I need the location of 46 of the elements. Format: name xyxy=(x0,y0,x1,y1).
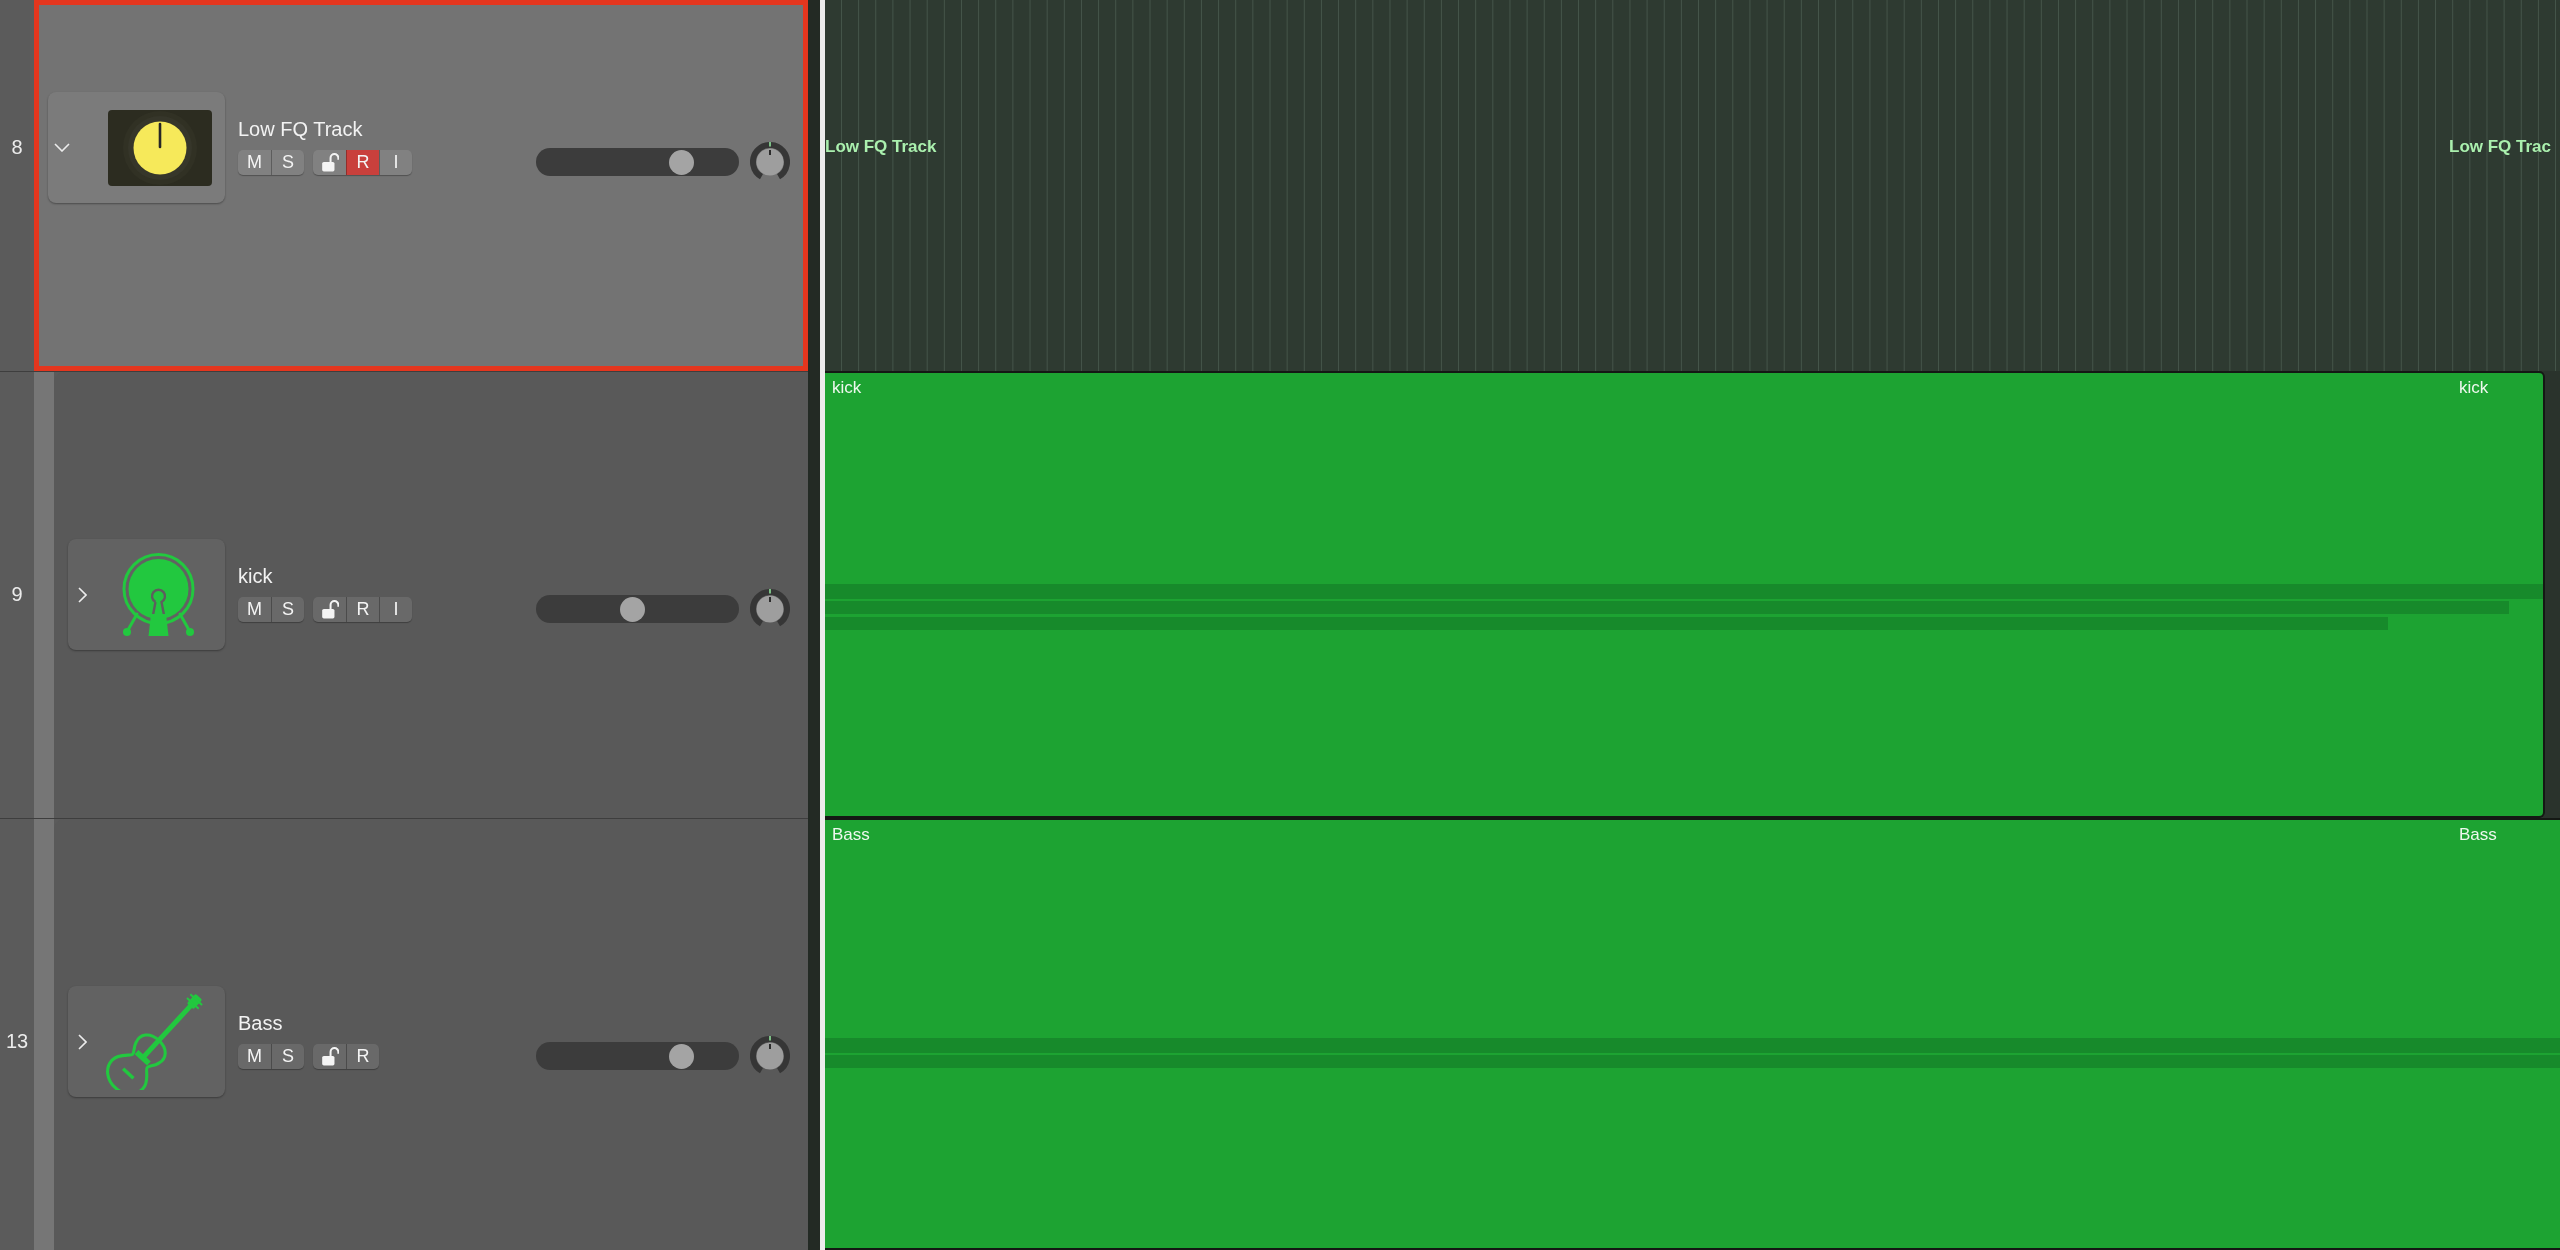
solo-button[interactable]: S xyxy=(271,596,304,622)
solo-button[interactable]: S xyxy=(271,149,304,175)
mute-button[interactable]: M xyxy=(238,1043,271,1069)
track-name: Low FQ Track xyxy=(238,117,363,141)
volume-slider[interactable] xyxy=(536,595,739,623)
track-number: 8 xyxy=(11,135,23,159)
midi-region[interactable]: Bass Bass xyxy=(825,818,2560,1250)
input-monitor-button[interactable]: I xyxy=(379,596,412,622)
track-header[interactable]: Low FQ Track M S R I xyxy=(34,0,808,371)
slider-thumb[interactable] xyxy=(619,596,645,622)
slider-thumb[interactable] xyxy=(668,149,694,175)
knob-icon[interactable] xyxy=(750,1036,790,1076)
track-number: 9 xyxy=(11,582,23,606)
mute-button[interactable]: M xyxy=(238,596,271,622)
track-number: 13 xyxy=(5,1029,29,1053)
knob-icon[interactable] xyxy=(750,589,790,629)
lock-button[interactable] xyxy=(313,596,346,622)
region-name: Low FQ Trac xyxy=(2449,137,2552,157)
lock-button[interactable] xyxy=(313,1043,346,1069)
lock-button[interactable] xyxy=(313,149,346,175)
chevron-down-icon[interactable] xyxy=(54,143,70,152)
dial-icon xyxy=(108,109,212,186)
padlock-icon xyxy=(320,1046,339,1066)
chevron-right-icon[interactable] xyxy=(78,586,87,603)
record-button[interactable]: R xyxy=(346,596,379,622)
region-name: kick xyxy=(2459,378,2489,398)
midi-region[interactable]: kick kick xyxy=(825,371,2545,818)
drum-icon xyxy=(122,551,195,638)
region-name: kick xyxy=(832,378,862,398)
solo-button[interactable]: S xyxy=(271,1043,304,1069)
volume-slider[interactable] xyxy=(536,148,739,176)
input-monitor-button[interactable]: I xyxy=(379,149,412,175)
record-button[interactable]: R xyxy=(346,1043,379,1069)
padlock-icon xyxy=(320,599,339,619)
volume-slider[interactable] xyxy=(536,1042,739,1070)
mute-button[interactable]: M xyxy=(238,149,271,175)
region-name: Low FQ Track xyxy=(825,137,937,157)
knob-icon[interactable] xyxy=(750,142,790,182)
track-name: Bass xyxy=(238,1011,283,1035)
chevron-right-icon[interactable] xyxy=(78,1033,87,1050)
padlock-icon xyxy=(320,152,339,172)
region-name: Bass xyxy=(832,825,870,845)
track-name: kick xyxy=(238,564,273,588)
region-name: Bass xyxy=(2459,825,2497,845)
record-button[interactable]: R xyxy=(346,149,379,175)
slider-thumb[interactable] xyxy=(668,1043,694,1069)
